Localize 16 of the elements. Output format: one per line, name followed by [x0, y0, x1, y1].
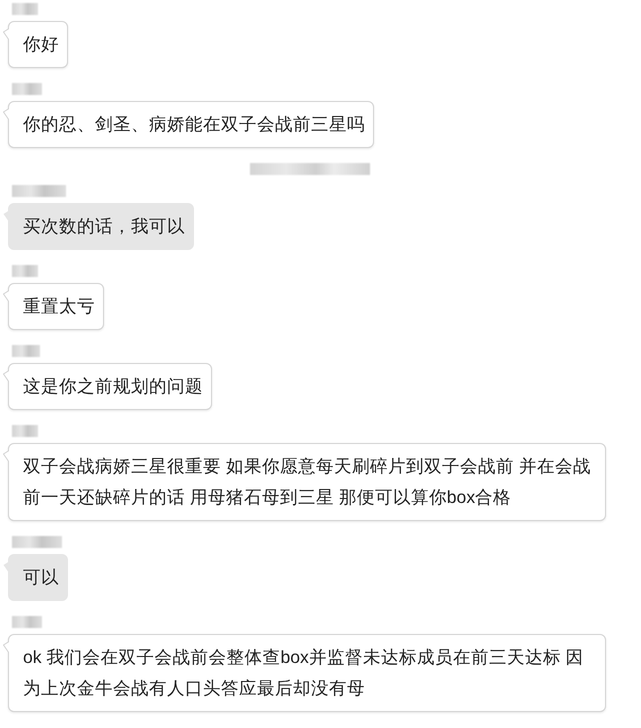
message-bubble: 买次数的话，我可以: [8, 203, 194, 250]
message-bubble: 双子会战病娇三星很重要 如果你愿意每天刷碎片到双子会战前 并在会战前一天还缺碎片的话 用母猪石母到三星 那便可以算你box合格: [8, 443, 606, 521]
bubble-tail-icon: [3, 561, 9, 574]
bubble-tail-icon: [3, 641, 9, 654]
message-bubble: 你的忍、剑圣、病娇能在双子会战前三星吗: [8, 101, 374, 148]
bubble-tail-icon: [3, 210, 9, 223]
bubble-tail-icon: [3, 370, 9, 383]
message-bubble: 重置太亏: [8, 283, 104, 330]
message-bubble: 你好: [8, 21, 68, 68]
message-bubble: 这是你之前规划的问题: [8, 363, 212, 410]
message-bubble: 可以: [8, 554, 68, 601]
bubble-tail-icon: [3, 108, 9, 121]
bubble-tail-icon: [3, 28, 9, 41]
bubble-tail-icon: [3, 290, 9, 303]
bubble-tail-icon: [3, 450, 9, 463]
message-bubble: ok 我们会在双子会战前会整体查box并监督未达标成员在前三天达标 因为上次金牛会战有人口头答应最后却没有母: [8, 634, 606, 712]
